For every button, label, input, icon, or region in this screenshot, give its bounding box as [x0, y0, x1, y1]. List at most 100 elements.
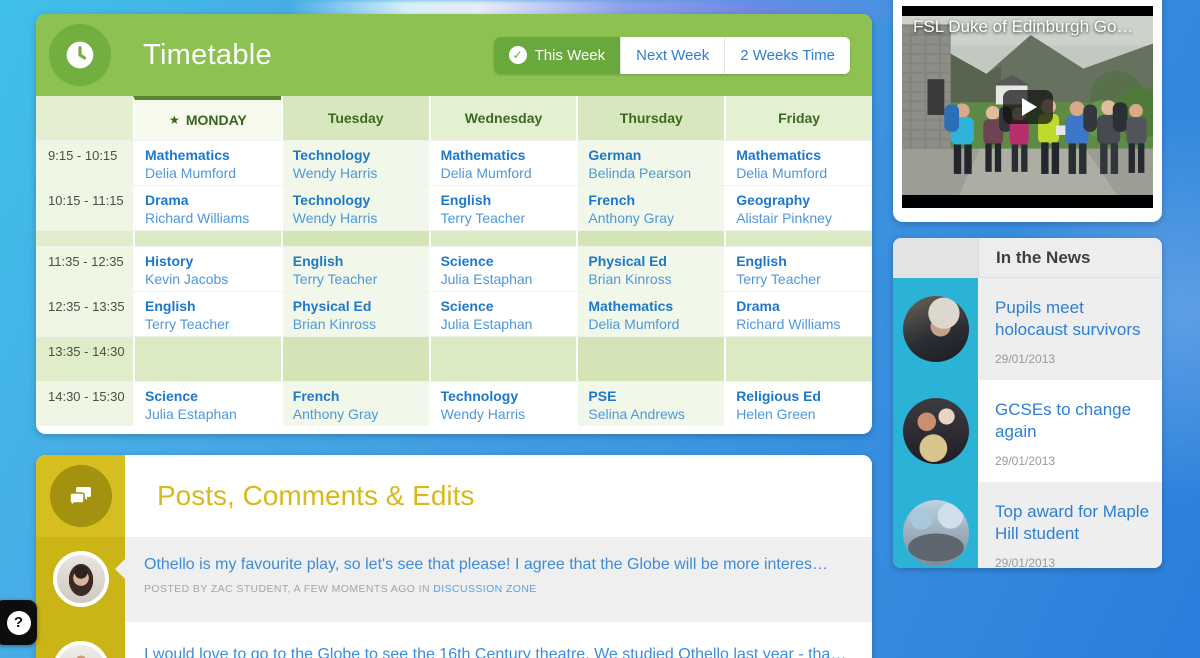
lesson-cell[interactable]: DramaRichard Williams — [133, 186, 281, 230]
day-label: MONDAY — [186, 112, 247, 128]
news-header: In the News — [893, 238, 1162, 278]
tab-next-week[interactable]: Next Week — [620, 37, 724, 74]
day-header-tuesday[interactable]: Tuesday — [281, 96, 429, 140]
lesson-teacher: Anthony Gray — [588, 209, 720, 227]
lesson-teacher: Terry Teacher — [293, 270, 425, 288]
post-body: I would love to go to the Globe to see t… — [125, 627, 872, 658]
lesson-teacher: Terry Teacher — [736, 270, 868, 288]
day-header-monday[interactable]: ★ MONDAY — [133, 96, 281, 140]
lesson-cell[interactable]: EnglishTerry Teacher — [281, 247, 429, 291]
lesson-cell[interactable]: MathematicsDelia Mumford — [429, 141, 577, 185]
lesson-teacher: Brian Kinross — [588, 270, 720, 288]
lesson-cell[interactable]: ScienceJulia Estaphan — [133, 382, 281, 426]
day-header-wednesday[interactable]: Wednesday — [429, 96, 577, 140]
lesson-cell[interactable]: ScienceJulia Estaphan — [429, 292, 577, 336]
timetable-row: 9:15 - 10:15MathematicsDelia MumfordTech… — [36, 140, 872, 185]
lesson-cell[interactable]: GeographyAlistair Pinkney — [724, 186, 872, 230]
tab-label: 2 Weeks Time — [740, 47, 835, 64]
lesson-cell[interactable]: EnglishTerry Teacher — [429, 186, 577, 230]
news-headline[interactable]: GCSEs to change again — [995, 399, 1152, 444]
timetable-footer — [36, 426, 872, 434]
news-photo-col — [893, 482, 978, 568]
time-slot: 14:30 - 15:30 — [36, 382, 133, 426]
lesson-subject: Religious Ed — [736, 387, 868, 405]
lesson-cell[interactable]: GermanBelinda Pearson — [576, 141, 724, 185]
widget-title: Posts, Comments & Edits — [157, 480, 474, 512]
help-button[interactable]: ? — [0, 600, 37, 645]
tab-this-week[interactable]: ✓ This Week — [494, 37, 621, 74]
lesson-cell[interactable]: EnglishTerry Teacher — [724, 247, 872, 291]
lesson-teacher: Julia Estaphan — [441, 270, 573, 288]
lesson-cell[interactable]: FrenchAnthony Gray — [281, 382, 429, 426]
lesson-teacher: Julia Estaphan — [145, 405, 277, 423]
star-icon: ★ — [169, 113, 180, 127]
question-mark-icon: ? — [7, 611, 31, 635]
lesson-cell[interactable]: FrenchAnthony Gray — [576, 186, 724, 230]
lesson-subject: Science — [145, 387, 277, 405]
lesson-cell[interactable]: PSESelina Andrews — [576, 382, 724, 426]
video-player[interactable]: FSL Duke of Edinburgh Go… — [902, 6, 1153, 208]
break-cell — [724, 337, 872, 381]
lesson-cell[interactable]: ScienceJulia Estaphan — [429, 247, 577, 291]
timetable-row: 12:35 - 13:35EnglishTerry TeacherPhysica… — [36, 291, 872, 336]
lesson-cell[interactable]: Physical EdBrian Kinross — [281, 292, 429, 336]
day-header-thursday[interactable]: Thursday — [576, 96, 724, 140]
news-headline[interactable]: Top award for Maple Hill student — [995, 501, 1152, 546]
lesson-subject: Drama — [145, 191, 277, 209]
lesson-cell[interactable]: Religious EdHelen Green — [724, 382, 872, 426]
lesson-teacher: Delia Mumford — [441, 164, 573, 182]
time-slot: 11:35 - 12:35 — [36, 247, 133, 291]
break-cell — [281, 231, 429, 246]
news-photo[interactable] — [903, 398, 969, 464]
lesson-subject: Drama — [736, 297, 868, 315]
timetable-row: 14:30 - 15:30ScienceJulia EstaphanFrench… — [36, 381, 872, 426]
lesson-cell[interactable]: EnglishTerry Teacher — [133, 292, 281, 336]
zone-link[interactable]: DISCUSSION ZONE — [433, 583, 536, 595]
break-cell — [576, 337, 724, 381]
lesson-cell[interactable]: HistoryKevin Jacobs — [133, 247, 281, 291]
post-link[interactable]: I would love to go to the Globe to see t… — [144, 646, 846, 658]
lesson-teacher: Delia Mumford — [736, 164, 868, 182]
timetable-row — [36, 230, 872, 246]
tab-2-weeks-time[interactable]: 2 Weeks Time — [724, 37, 850, 74]
news-photo[interactable] — [903, 296, 969, 362]
lesson-teacher: Terry Teacher — [441, 209, 573, 227]
posts-list: Othello is my favourite play, so let's s… — [36, 537, 872, 658]
widget-title: In the News — [996, 248, 1090, 268]
lesson-subject: English — [441, 191, 573, 209]
lesson-cell[interactable]: DramaRichard Williams — [724, 292, 872, 336]
lesson-subject: Geography — [736, 191, 868, 209]
lesson-teacher: Anthony Gray — [293, 405, 425, 423]
post-row: I would love to go to the Globe to see t… — [36, 627, 872, 658]
news-item: Pupils meet holocaust survivors29/01/201… — [893, 278, 1162, 380]
lesson-subject: English — [293, 252, 425, 270]
news-item: GCSEs to change again29/01/2013 — [893, 380, 1162, 482]
lesson-subject: French — [588, 191, 720, 209]
day-header-friday[interactable]: Friday — [724, 96, 872, 140]
lesson-cell[interactable]: MathematicsDelia Mumford — [133, 141, 281, 185]
post-meta-text: POSTED BY ZAC STUDENT, A FEW MOMENTS AGO… — [144, 583, 433, 595]
news-photo[interactable] — [903, 500, 969, 566]
lesson-teacher: Helen Green — [736, 405, 868, 423]
day-label: Wednesday — [465, 110, 543, 126]
lesson-cell[interactable]: MathematicsDelia Mumford — [724, 141, 872, 185]
video-title: FSL Duke of Edinburgh Go… — [913, 17, 1145, 37]
post-link[interactable]: Othello is my favourite play, so let's s… — [144, 556, 842, 574]
lesson-cell[interactable]: TechnologyWendy Harris — [429, 382, 577, 426]
time-slot: 12:35 - 13:35 — [36, 292, 133, 336]
time-slot: 9:15 - 10:15 — [36, 141, 133, 185]
lesson-cell[interactable]: Physical EdBrian Kinross — [576, 247, 724, 291]
lesson-teacher: Alistair Pinkney — [736, 209, 868, 227]
lesson-cell[interactable]: TechnologyWendy Harris — [281, 186, 429, 230]
avatar — [53, 551, 109, 607]
lesson-subject: English — [736, 252, 868, 270]
break-cell — [133, 231, 281, 246]
break-cell — [576, 231, 724, 246]
lesson-teacher: Belinda Pearson — [588, 164, 720, 182]
lesson-subject: Mathematics — [736, 146, 868, 164]
play-button[interactable] — [1003, 90, 1053, 124]
lesson-cell[interactable]: TechnologyWendy Harris — [281, 141, 429, 185]
timetable-row: 11:35 - 12:35HistoryKevin JacobsEnglishT… — [36, 246, 872, 291]
news-headline[interactable]: Pupils meet holocaust survivors — [995, 297, 1152, 342]
lesson-cell[interactable]: MathematicsDelia Mumford — [576, 292, 724, 336]
